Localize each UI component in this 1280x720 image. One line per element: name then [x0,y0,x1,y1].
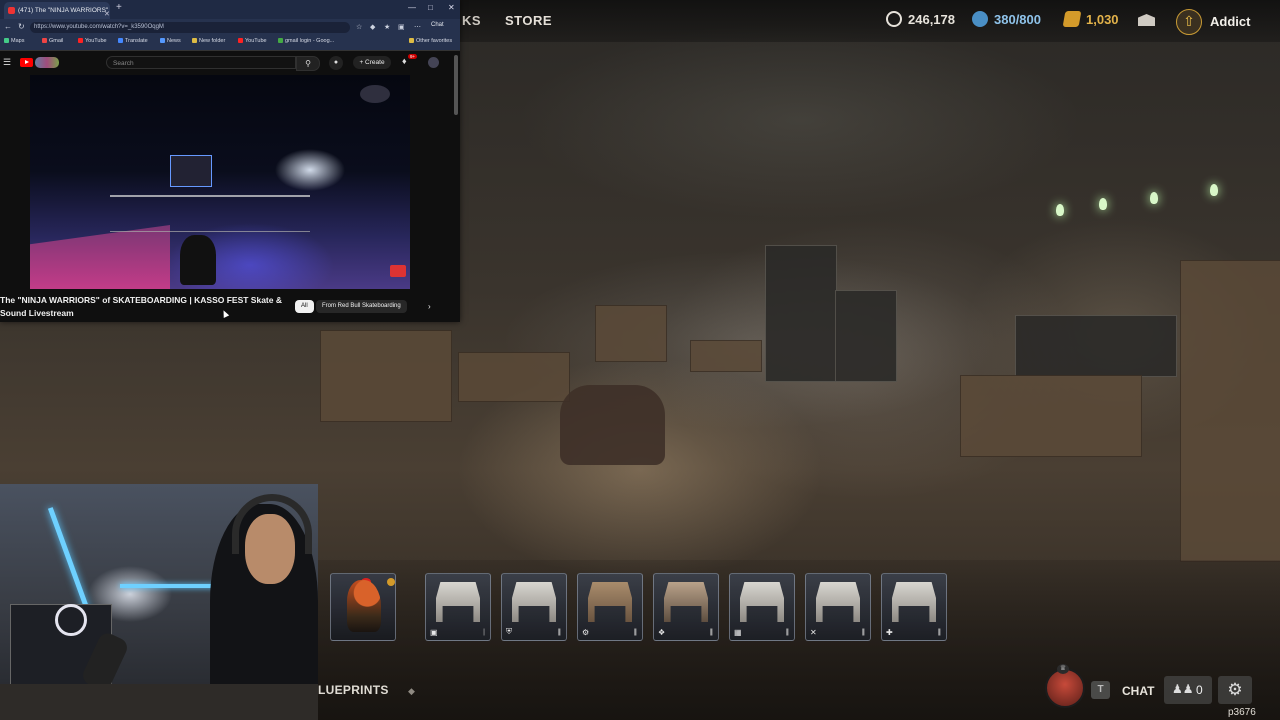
player-id: p3676 [1228,707,1256,718]
bookmark-youtube[interactable]: YouTube [78,38,107,44]
gear-icon: ⚙ [582,628,590,637]
bench-slot-7[interactable]: ✚ ||| [881,573,947,641]
gold-bars-icon [1062,11,1082,27]
bench-slot-3[interactable]: ⚙ ||| [577,573,643,641]
browser-tab-bar: (471) The "NINJA WARRIORS" ✕ + — □ ✕ [0,0,460,19]
refresh-icon[interactable]: ↻ [18,22,25,31]
star-icon[interactable]: ☆ [356,23,362,31]
plus-icon: ✚ [886,628,893,637]
browser-window: (471) The "NINJA WARRIORS" ✕ + — □ ✕ ← ↻… [0,0,460,322]
bookmark-new-folder[interactable]: New folder [192,38,225,44]
close-window-icon[interactable]: ✕ [448,3,455,12]
workbench-icon [892,582,936,622]
chevron-right-icon[interactable]: › [428,302,431,311]
address-bar-row: ← ↻ https://www.youtube.com/watch?v=_k35… [0,19,460,36]
more-menu-icon[interactable]: ⋯ [414,23,421,31]
notifications-bell-icon[interactable]: ♦ 9+ [402,54,418,66]
create-button[interactable]: + Create [353,56,391,69]
bookmark-news[interactable]: News [160,38,181,44]
currency-gold-value: 1,030 [1086,11,1119,27]
currency-silver-value: 380/800 [994,11,1041,27]
microphone-icon[interactable]: ● [329,56,343,70]
cursor-icon: ❖ [658,628,666,637]
workbench-icon [740,582,784,622]
currency-silver: 380/800 [972,11,1041,27]
crown-icon: ♕ [1057,664,1069,674]
bookmark-gmail-login[interactable]: gmail login - Goog... [278,38,334,44]
youtube-favicon-icon [8,7,15,14]
bookmark-other-favorites[interactable]: Other favorites [409,38,452,44]
url-field[interactable]: https://www.youtube.com/watch?v=_k3590Oq… [30,22,350,33]
bench-slot-4[interactable]: ❖ ||| [653,573,719,641]
chip-from-red-bull[interactable]: From Red Bull Skateboarding [316,300,407,313]
workbench-icon [436,582,480,622]
workbench-icon [512,582,556,622]
bookmarks-bar: Maps Gmail YouTube Translate News New fo… [0,36,460,51]
rooster-icon [347,580,381,632]
browser-chat-button[interactable]: Chat [431,22,444,28]
grid-icon: ▦ [734,628,742,637]
tag-icon: ▣ [430,628,438,637]
collections-icon[interactable]: ▣ [398,23,405,31]
credits-icon [886,11,902,27]
channel-watermark-icon [390,265,406,277]
browser-scrollbar[interactable] [454,55,458,115]
currency-credits-value: 246,178 [908,11,955,27]
workbench-icon [664,582,708,622]
friends-icon: ♟♟ [1172,682,1194,696]
currency-credits: 246,178 [886,11,955,27]
rooster-slot[interactable] [330,573,396,641]
notifications-badge: 9+ [408,54,418,59]
slot-badge-icon [387,578,395,586]
youtube-search-input[interactable]: Search [106,56,296,69]
redbull-logo-icon [360,85,390,103]
chat-button[interactable]: CHAT [1122,684,1154,698]
new-tab-icon[interactable]: + [116,2,122,13]
rank-label[interactable]: Addict [1210,14,1250,29]
bookmark-youtube-2[interactable]: YouTube [238,38,267,44]
video-player[interactable] [30,75,410,289]
chat-hotkey: T [1091,681,1110,699]
shield-icon: ⛨ [506,627,512,636]
workbench-icon [816,582,860,622]
bench-slot-5[interactable]: ▦ ||| [729,573,795,641]
youtube-avatar[interactable] [428,57,439,68]
bench-slot-6[interactable]: ✕ ||| [805,573,871,641]
minimize-icon[interactable]: — [408,3,416,12]
x-icon: ✕ [810,628,817,637]
settings-gear-icon[interactable]: ⚙ [1218,676,1252,704]
youtube-header: ☰ Search ⚲ ● + Create ♦ 9+ [0,52,460,73]
currency-gold: 1,030 [1062,11,1119,27]
favorites-icon[interactable]: ★ [384,23,390,31]
nav-tab-partial[interactable]: KS [462,13,481,28]
bench-slot-1[interactable]: ▣ | [425,573,491,641]
browser-tab[interactable]: (471) The "NINJA WARRIORS" ✕ [4,2,110,19]
player-avatar[interactable] [1045,668,1085,708]
bench-slot-2[interactable]: ⛨ ||| [501,573,567,641]
silver-coin-icon [972,11,988,27]
maximize-icon[interactable]: □ [428,3,433,12]
bookmark-maps[interactable]: Maps [4,38,24,44]
tab-close-icon[interactable]: ✕ [104,6,110,19]
workbench-icon [588,582,632,622]
webcam-overlay [0,484,318,720]
bookmark-gmail[interactable]: Gmail [42,38,63,44]
back-icon[interactable]: ← [4,22,12,31]
top-hud-bar [460,0,1280,42]
friends-count: 0 [1196,683,1203,697]
extensions-icon[interactable]: ◆ [370,23,375,31]
blueprints-tab[interactable]: LUEPRINTS [318,683,389,697]
search-icon[interactable]: ⚲ [296,56,320,71]
chip-all[interactable]: All [295,300,314,313]
friends-button[interactable]: ♟♟ 0 [1164,676,1212,704]
bookmark-translate[interactable]: Translate [118,38,148,44]
blueprints-key-icon: ◆ [408,686,415,696]
video-title: The "NINJA WARRIORS" of SKATEBOARDING | … [0,295,282,318]
hamburger-menu-icon[interactable]: ☰ [3,57,11,68]
rank-arrow-icon[interactable]: ⇧ [1176,9,1202,35]
browser-tab-title: (471) The "NINJA WARRIORS" [18,7,109,14]
youtube-logo[interactable] [20,57,60,68]
nav-tab-store[interactable]: STORE [505,13,552,28]
